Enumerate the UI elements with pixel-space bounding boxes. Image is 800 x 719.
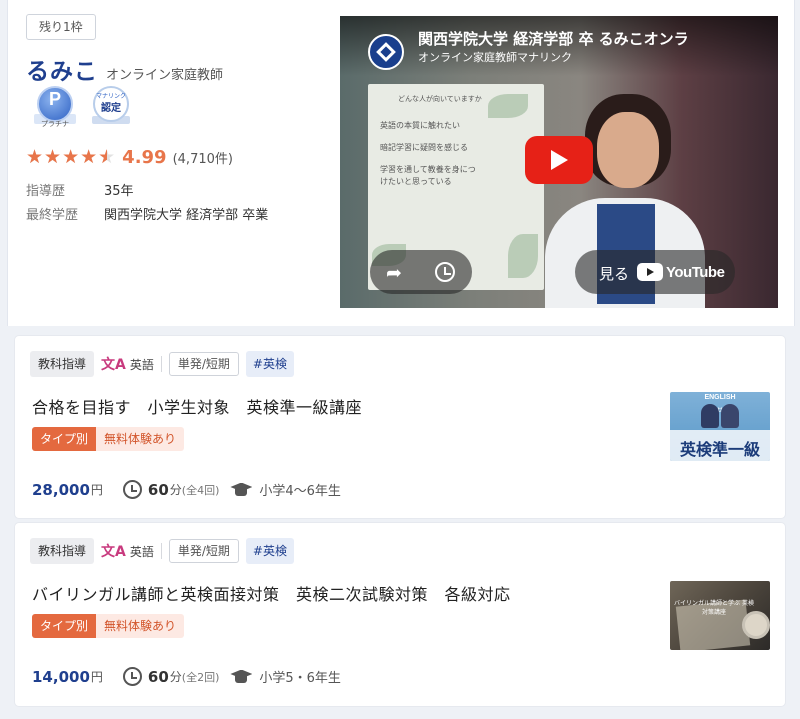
course-meta: 14,000 円 60 分 (全2回) 小学5・6年生 bbox=[32, 667, 341, 686]
language-tag: 文A 英語 bbox=[101, 541, 154, 561]
watch-later-icon[interactable] bbox=[435, 262, 455, 282]
thumbnail-english-text: ENGLISH bbox=[704, 394, 736, 401]
video-board-line: けたいと思っている bbox=[380, 177, 452, 186]
video-board-line: 英語の本質に触れたい bbox=[380, 121, 460, 130]
course-card[interactable]: 教科指導 文A 英語 単発/短期 #英検 バイリンガル講師と英検面接対策 英検二… bbox=[15, 523, 785, 706]
course-tags: 教科指導 文A 英語 単発/短期 #英検 bbox=[30, 538, 294, 564]
translate-icon: 文A bbox=[101, 544, 126, 560]
course-meta: 28,000 円 60 分 (全4回) 小学4〜6年生 bbox=[32, 480, 341, 499]
language-tag: 文A 英語 bbox=[101, 354, 154, 374]
platinum-badge-label: プラチナ bbox=[41, 120, 69, 128]
course-thumbnail[interactable]: バイリンガル講師と学ぶ 英検対策講座 bbox=[670, 581, 770, 650]
course-type-tags: タイプ別 無料体験あり bbox=[32, 614, 185, 638]
target-grade: 小学5・6年生 bbox=[259, 671, 341, 686]
play-icon bbox=[551, 150, 568, 170]
divider bbox=[160, 543, 162, 559]
term-tag: 単発/短期 bbox=[168, 352, 239, 376]
experience-label: 指導歴 bbox=[26, 184, 66, 199]
thumbnail-children bbox=[697, 404, 743, 428]
badge-list: P プラチナ マナリンク 認定 bbox=[32, 86, 134, 132]
youtube-wordmark: YouTube bbox=[666, 263, 725, 281]
term-tag: 単発/短期 bbox=[168, 539, 239, 563]
course-title[interactable]: 合格を目指す 小学生対象 英検準一級講座 bbox=[32, 394, 362, 418]
minute-unit: 分 bbox=[169, 670, 182, 684]
remaining-slot-badge: 残り1枠 bbox=[26, 14, 96, 40]
certified-badge-icon: マナリンク 認定 bbox=[88, 86, 134, 132]
channel-logo-icon[interactable] bbox=[368, 34, 404, 70]
currency-label: 円 bbox=[90, 483, 103, 497]
experience-value: 35年 bbox=[104, 184, 134, 199]
star-rating-icon: ★★★★★ ★★★★★ bbox=[26, 146, 117, 168]
currency-label: 円 bbox=[90, 670, 103, 684]
lesson-count: (全2回) bbox=[181, 670, 220, 684]
experience-row: 指導歴 35年 bbox=[26, 180, 134, 199]
video-title[interactable]: 関西学院大学 経済学部 卒 るみこオンラ bbox=[418, 28, 689, 49]
page: 残り1枠 るみこ オンライン家庭教師 P プラチナ マナリンク 認定 ★★★★★ bbox=[0, 0, 800, 719]
lesson-minutes: 60 bbox=[147, 480, 169, 499]
education-label: 最終学歴 bbox=[26, 208, 79, 223]
thumbnail-heading: 英検準一級 bbox=[679, 440, 760, 459]
free-trial-tag: 無料体験あり bbox=[96, 427, 185, 451]
course-price: 14,000 bbox=[32, 667, 90, 686]
minute-unit: 分 bbox=[169, 483, 182, 497]
education-value: 関西学院大学 経済学部 卒業 bbox=[104, 208, 269, 223]
tutor-profile-card: 残り1枠 るみこ オンライン家庭教師 P プラチナ マナリンク 認定 ★★★★★ bbox=[7, 0, 795, 326]
play-button[interactable] bbox=[525, 136, 593, 184]
platinum-badge-icon: P プラチナ bbox=[32, 86, 78, 132]
clock-icon bbox=[122, 480, 142, 499]
video-board-line: 学習を通して教養を身につ bbox=[380, 165, 476, 174]
hashtag-tag[interactable]: #英検 bbox=[245, 351, 294, 377]
thumbnail-caption: バイリンガル講師と学ぶ 英検対策講座 bbox=[674, 600, 754, 616]
translate-icon: 文A bbox=[101, 357, 126, 373]
share-icon[interactable]: ➦ bbox=[386, 262, 402, 284]
course-type-tags: タイプ別 無料体験あり bbox=[32, 427, 185, 451]
lesson-minutes: 60 bbox=[147, 667, 169, 686]
type-tag: タイプ別 bbox=[32, 614, 97, 638]
video-channel-name: オンライン家庭教師マナリンク bbox=[418, 51, 572, 64]
video-board-title: どんな人が向いていますか bbox=[398, 95, 482, 103]
divider bbox=[160, 356, 162, 372]
certified-badge-text: 認定 bbox=[101, 103, 121, 114]
course-thumbnail[interactable]: ENGLISH 目指せ合格 英検準一級 bbox=[670, 392, 770, 461]
course-price: 28,000 bbox=[32, 480, 90, 499]
hashtag-tag[interactable]: #英検 bbox=[245, 538, 294, 564]
rating-row: ★★★★★ ★★★★★ 4.99 (4,710件) bbox=[26, 146, 233, 168]
watch-on-youtube-label: 見る bbox=[599, 265, 630, 283]
youtube-video-player[interactable]: どんな人が向いていますか 英語の本質に触れたい 暗記学習に疑問を感じる 学習を通… bbox=[340, 16, 778, 308]
language-label: 英語 bbox=[129, 544, 154, 559]
lesson-count: (全4回) bbox=[181, 483, 220, 497]
tutor-subtitle: オンライン家庭教師 bbox=[106, 68, 224, 83]
tutor-name[interactable]: るみこ bbox=[26, 52, 98, 86]
graduation-cap-icon bbox=[229, 669, 253, 685]
course-tags: 教科指導 文A 英語 単発/短期 #英検 bbox=[30, 351, 294, 377]
youtube-logo-icon: YouTube bbox=[637, 263, 725, 281]
video-board-line: 暗記学習に疑問を感じる bbox=[380, 143, 468, 152]
free-trial-tag: 無料体験あり bbox=[96, 614, 185, 638]
category-tag: 教科指導 bbox=[30, 351, 95, 377]
review-count-link[interactable]: (4,710件) bbox=[173, 148, 233, 167]
name-row: るみこ オンライン家庭教師 bbox=[26, 52, 223, 86]
clock-icon bbox=[122, 667, 142, 686]
target-grade: 小学4〜6年生 bbox=[259, 484, 341, 499]
course-title[interactable]: バイリンガル講師と英検面接対策 英検二次試験対策 各級対応 bbox=[32, 581, 511, 605]
category-tag: 教科指導 bbox=[30, 538, 95, 564]
education-row: 最終学歴 関西学院大学 経済学部 卒業 bbox=[26, 204, 268, 223]
type-tag: タイプ別 bbox=[32, 427, 97, 451]
graduation-cap-icon bbox=[229, 482, 253, 498]
rating-value: 4.99 bbox=[122, 146, 167, 168]
platinum-badge-letter: P bbox=[48, 89, 61, 109]
language-label: 英語 bbox=[129, 357, 154, 372]
course-card[interactable]: 教科指導 文A 英語 単発/短期 #英検 合格を目指す 小学生対象 英検準一級講… bbox=[15, 336, 785, 518]
